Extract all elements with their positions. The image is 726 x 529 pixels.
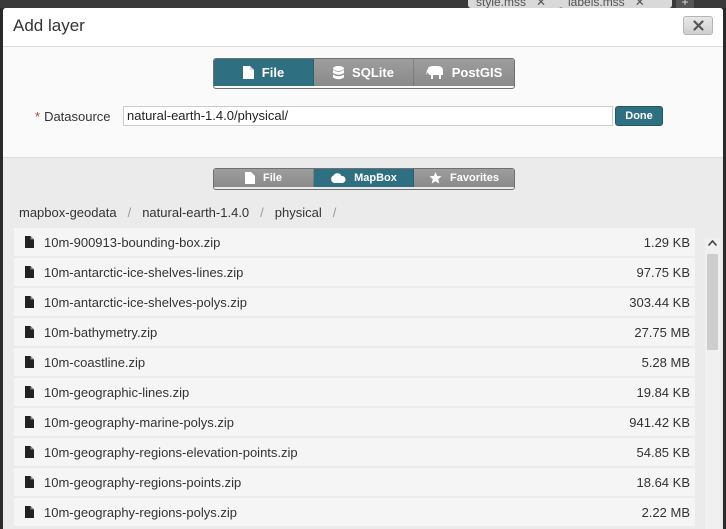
file-row[interactable]: 10m-900913-bounding-box.zip 1.29 KB <box>14 228 695 258</box>
breadcrumb-item[interactable]: mapbox-geodata <box>19 205 117 220</box>
tab-label: MapBox <box>354 172 397 184</box>
scrollbar-thumb[interactable] <box>707 254 718 350</box>
file-name: 10m-geography-regions-elevation-points.z… <box>44 444 298 460</box>
file-row[interactable]: 10m-antarctic-ice-shelves-polys.zip 303.… <box>14 288 695 318</box>
background-tab-bar: style.mss ✕ labels.mss ✕ + <box>0 0 726 8</box>
breadcrumb: mapbox-geodata / natural-earth-1.4.0 / p… <box>19 205 347 220</box>
file-icon <box>25 476 34 488</box>
tab-sqlite[interactable]: SQLite <box>314 59 414 86</box>
file-name: 10m-antarctic-ice-shelves-lines.zip <box>44 264 244 280</box>
file-icon <box>25 326 34 338</box>
done-button[interactable]: Done <box>615 106 663 126</box>
tab-browser-favorites[interactable]: Favorites <box>414 169 514 187</box>
tab-label: SQLite <box>352 65 394 80</box>
file-size: 19.84 KB <box>636 384 691 400</box>
file-browser: File MapBox Favorites mapbox-geodata / n… <box>3 158 723 529</box>
file-size: 18.64 KB <box>636 474 691 490</box>
datasource-label: * Datasource <box>35 109 123 124</box>
close-icon[interactable]: ✕ <box>536 0 546 8</box>
file-size: 303.44 KB <box>629 294 690 310</box>
background-tab-label: style.mss <box>476 0 527 8</box>
file-size: 54.85 KB <box>636 444 691 460</box>
file-row[interactable]: 10m-geography-regions-polys.zip 2.22 MB <box>14 498 695 528</box>
file-row[interactable]: 10m-geography-regions-elevation-points.z… <box>14 438 695 468</box>
file-icon <box>25 356 34 368</box>
file-icon <box>25 416 34 428</box>
tab-label: PostGIS <box>451 65 503 80</box>
scroll-up-arrow-icon[interactable] <box>708 240 717 246</box>
datasource-section: File SQLite PostGIS * Datasource natural-… <box>3 47 723 158</box>
file-row[interactable]: 10m-antarctic-ice-shelves-lines.zip 97.7… <box>14 258 695 288</box>
close-button[interactable] <box>683 16 713 35</box>
file-row[interactable]: 10m-bathymetry.zip 27.75 MB <box>14 318 695 348</box>
file-name: 10m-geographic-lines.zip <box>44 384 190 400</box>
file-size: 2.22 MB <box>641 504 690 520</box>
datasource-row: * Datasource natural-earth-1.4.0/physical… <box>35 106 663 126</box>
file-name: 10m-900913-bounding-box.zip <box>44 234 221 250</box>
close-icon <box>693 20 704 31</box>
file-size: 5.28 MB <box>641 354 690 370</box>
background-tab-label: labels.mss <box>568 0 625 8</box>
browser-source-tabs: File MapBox Favorites <box>213 168 515 190</box>
file-list-scrollbar[interactable] <box>705 238 720 529</box>
background-tab-labels[interactable]: labels.mss ✕ <box>560 0 672 8</box>
file-name: 10m-antarctic-ice-shelves-polys.zip <box>44 294 248 310</box>
file-name: 10m-geography-regions-points.zip <box>44 474 242 490</box>
file-icon <box>25 446 34 458</box>
tab-browser-mapbox[interactable]: MapBox <box>314 169 414 187</box>
file-name: 10m-bathymetry.zip <box>44 324 158 340</box>
file-icon <box>25 296 34 308</box>
file-icon <box>25 506 34 518</box>
file-icon <box>242 66 254 79</box>
source-type-tabs: File SQLite PostGIS <box>213 58 515 89</box>
tab-file[interactable]: File <box>214 59 314 86</box>
breadcrumb-separator: / <box>127 205 132 220</box>
file-icon <box>25 386 34 398</box>
file-list: 10m-900913-bounding-box.zip 1.29 KB 10m-… <box>14 228 695 528</box>
breadcrumb-item[interactable]: natural-earth-1.4.0 <box>142 205 249 220</box>
file-row[interactable]: 10m-geographic-lines.zip 19.84 KB <box>14 378 695 408</box>
file-size: 27.75 MB <box>634 324 690 340</box>
file-size: 97.75 KB <box>636 264 691 280</box>
add-tab-icon[interactable]: + <box>676 0 694 8</box>
file-icon <box>25 236 34 248</box>
file-row[interactable]: 10m-geography-regions-points.zip 18.64 K… <box>14 468 695 498</box>
tab-label: File <box>263 172 282 184</box>
close-icon[interactable]: ✕ <box>635 0 645 8</box>
add-layer-modal: Add layer File SQLite PostGIS * Datasourc… <box>3 8 723 529</box>
required-marker: * <box>35 108 41 124</box>
breadcrumb-separator: / <box>332 205 337 220</box>
breadcrumb-separator: / <box>260 205 264 220</box>
file-name: 10m-geography-regions-polys.zip <box>44 504 237 520</box>
datasource-input[interactable]: natural-earth-1.4.0/physical/ <box>123 106 613 126</box>
file-name: 10m-geography-marine-polys.zip <box>44 414 235 430</box>
file-size: 941.42 KB <box>629 414 690 430</box>
background-tab-style[interactable]: style.mss ✕ <box>468 0 562 8</box>
database-icon <box>333 65 345 79</box>
tab-browser-file[interactable]: File <box>214 169 314 187</box>
modal-title: Add layer <box>13 16 85 35</box>
file-icon <box>245 172 256 184</box>
tab-postgis[interactable]: PostGIS <box>414 59 514 86</box>
elephant-icon <box>425 66 443 79</box>
file-row[interactable]: 10m-coastline.zip 5.28 MB <box>14 348 695 378</box>
tab-label: File <box>261 65 285 80</box>
file-name: 10m-coastline.zip <box>44 354 146 370</box>
datasource-label-text: Datasource <box>44 108 111 124</box>
file-row[interactable]: 10m-geography-marine-polys.zip 941.42 KB <box>14 408 695 438</box>
star-icon <box>429 172 442 184</box>
cloud-icon <box>331 173 346 183</box>
tab-label: Favorites <box>450 172 499 184</box>
modal-header: Add layer <box>3 8 723 47</box>
file-icon <box>25 266 34 278</box>
file-size: 1.29 KB <box>643 234 690 250</box>
breadcrumb-item[interactable]: physical <box>275 205 322 220</box>
